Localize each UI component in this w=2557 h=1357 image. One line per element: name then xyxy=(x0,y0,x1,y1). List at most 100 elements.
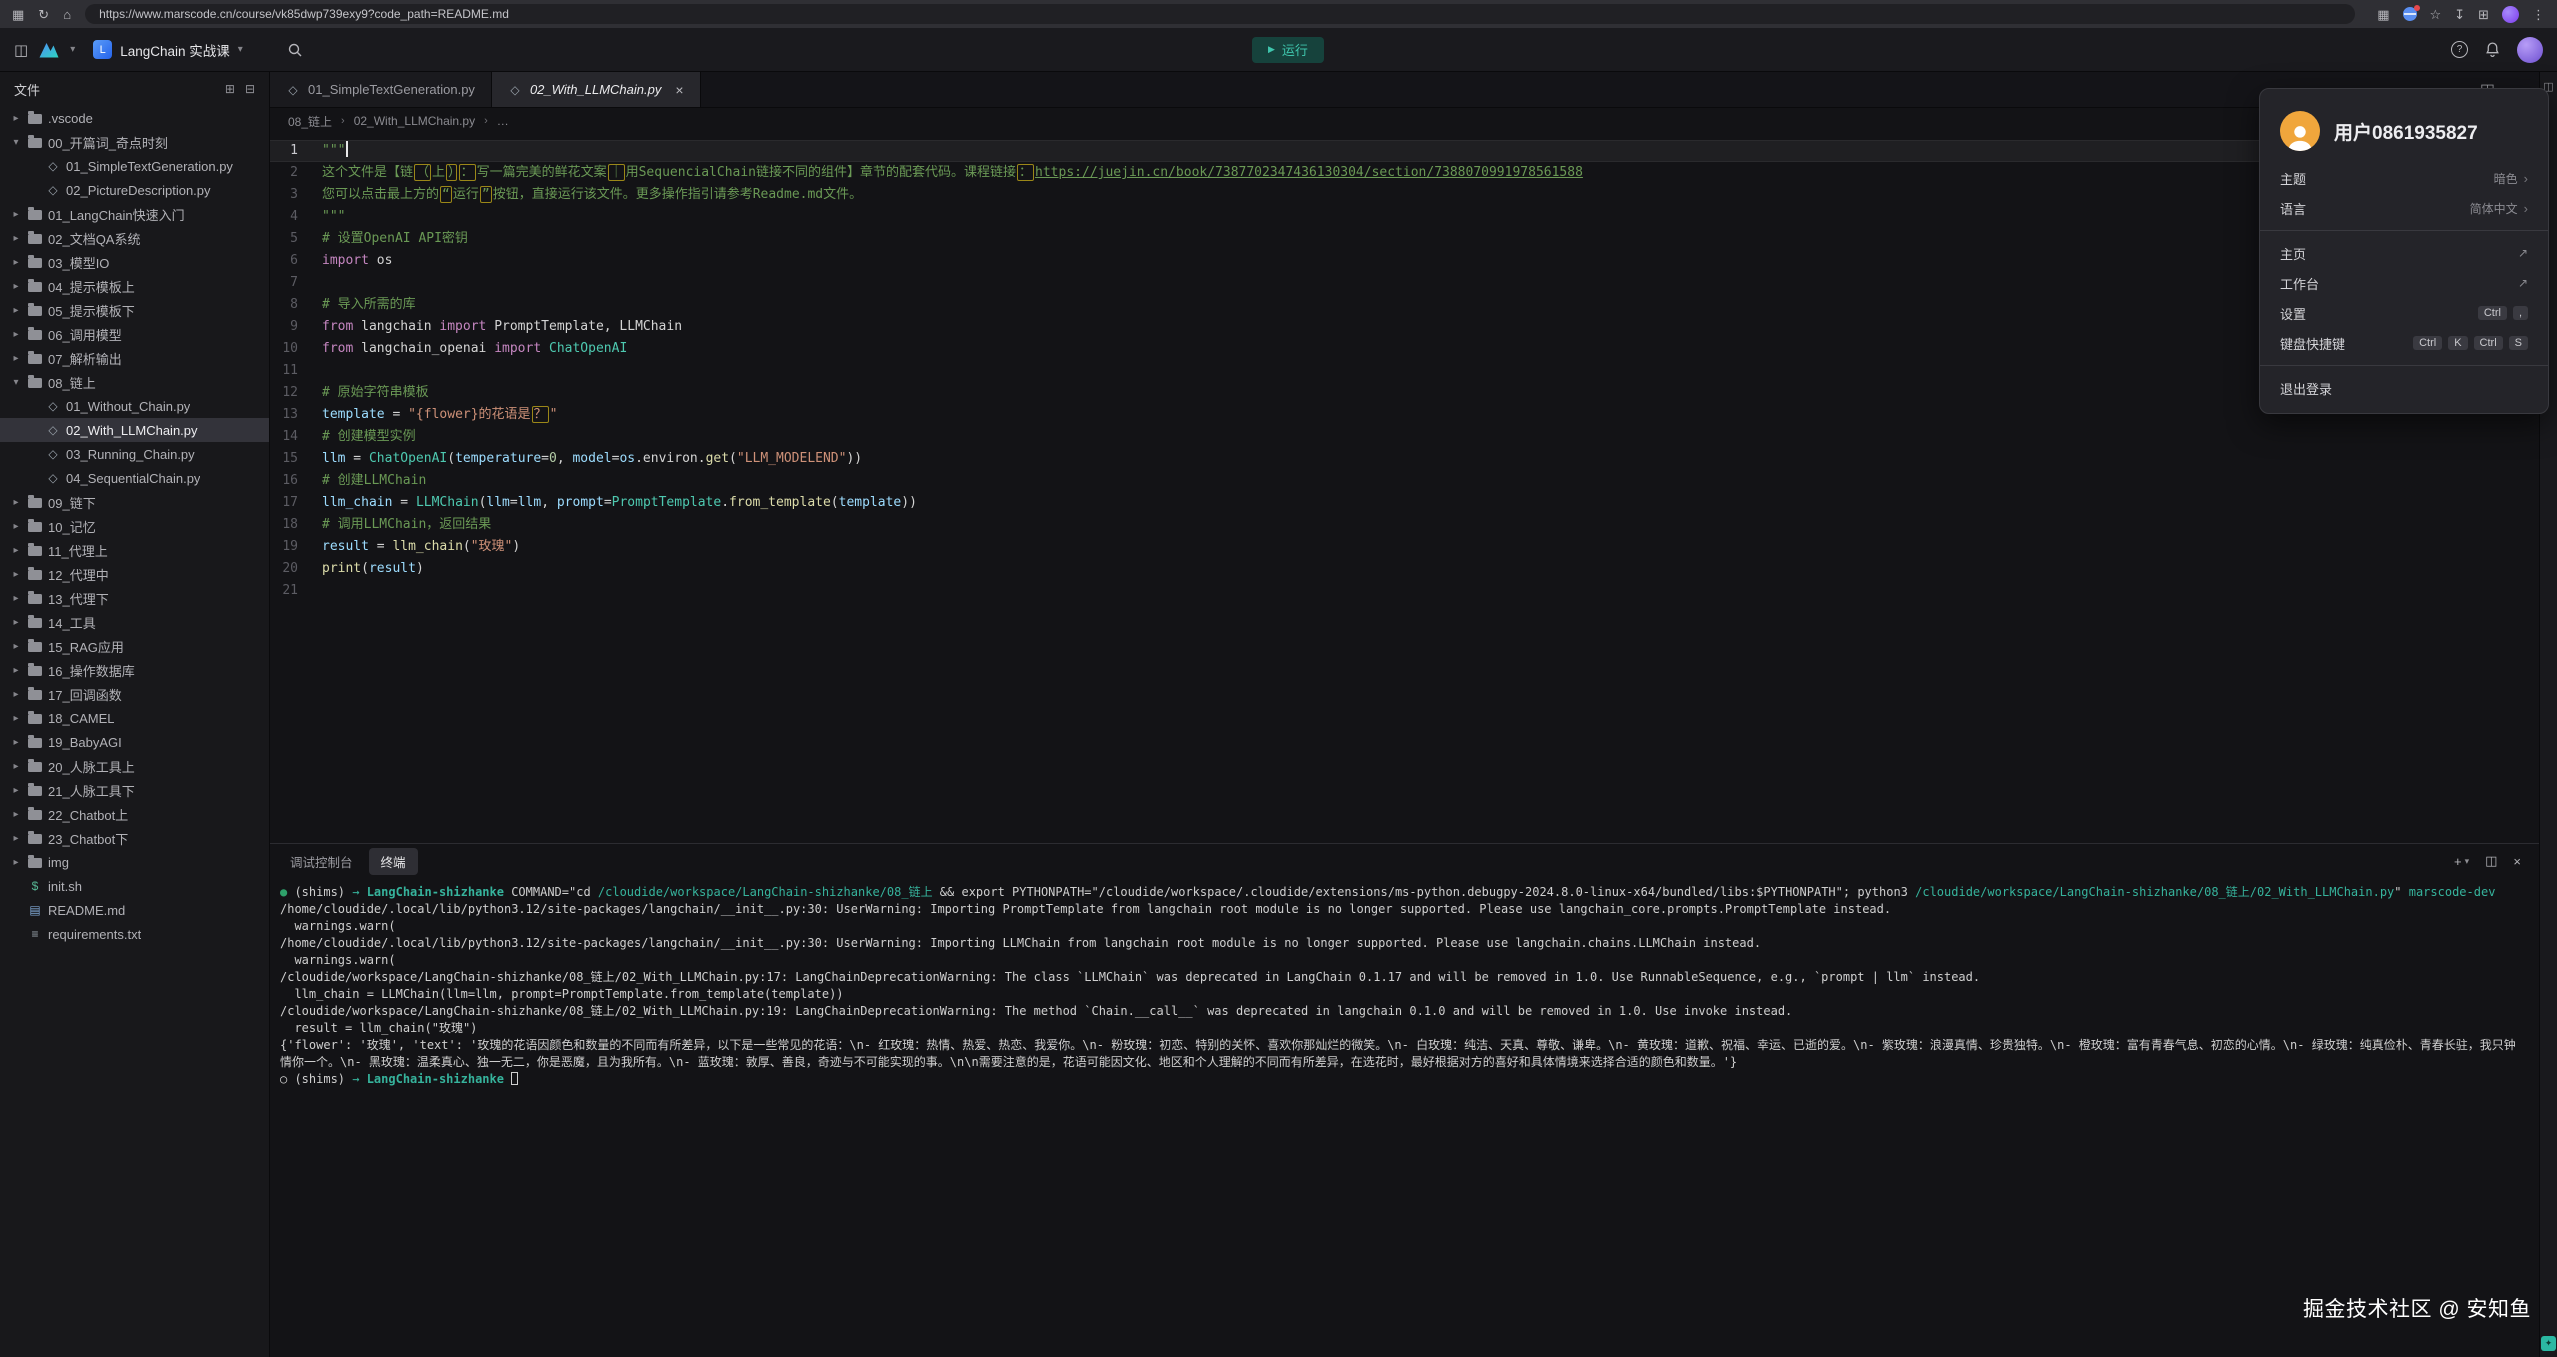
tree-item-folder[interactable]: ▸23_Chatbot下 xyxy=(0,826,269,850)
tree-item-folder[interactable]: ▸img xyxy=(0,850,269,874)
run-button[interactable]: ▶ 运行 xyxy=(1252,37,1324,63)
menu-item-logout[interactable]: 退出登录 xyxy=(2260,373,2548,403)
tree-item-folder[interactable]: ▸05_提示模板下 xyxy=(0,298,269,322)
tree-item-folder[interactable]: ▸15_RAG应用 xyxy=(0,634,269,658)
menu-item-shortcuts[interactable]: 键盘快捷键CtrlKCtrlS xyxy=(2260,328,2548,358)
extension-globe-icon[interactable] xyxy=(2403,7,2417,21)
code-text: template = "{flower}的花语是？" xyxy=(322,404,557,426)
new-file-icon[interactable]: ⊞ xyxy=(225,82,235,96)
tree-item-file[interactable]: ◇01_SimpleTextGeneration.py xyxy=(0,154,269,178)
line-number: 9 xyxy=(270,316,322,338)
tree-item-file[interactable]: ◇02_With_LLMChain.py xyxy=(0,418,269,442)
tree-item-folder[interactable]: ▸03_模型IO xyxy=(0,250,269,274)
tree-item-folder[interactable]: ▸01_LangChain快速入门 xyxy=(0,202,269,226)
breadcrumb-item[interactable]: 08_链上 xyxy=(288,113,332,130)
menu-item-theme[interactable]: 主题 暗色› xyxy=(2260,163,2548,193)
search-icon[interactable] xyxy=(287,42,303,58)
tree-item-file[interactable]: $init.sh xyxy=(0,874,269,898)
tree-item-file[interactable]: ▤README.md xyxy=(0,898,269,922)
py-file-icon: ◇ xyxy=(508,83,522,97)
tree-item-folder[interactable]: ▸18_CAMEL xyxy=(0,706,269,730)
tree-item-folder[interactable]: ▸17_回调函数 xyxy=(0,682,269,706)
tree-item-folder[interactable]: ▾00_开篇词_奇点时刻 xyxy=(0,130,269,154)
tree-item-folder[interactable]: ▾08_链上 xyxy=(0,370,269,394)
menu-item-workspace[interactable]: 工作台↗ xyxy=(2260,268,2548,298)
tree-item-folder[interactable]: ▸14_工具 xyxy=(0,610,269,634)
chevron-right-icon: ▸ xyxy=(10,689,22,700)
tree-item-file[interactable]: ◇03_Running_Chain.py xyxy=(0,442,269,466)
home-icon[interactable]: ⌂ xyxy=(63,8,71,21)
editor-tab[interactable]: ◇ 02_With_LLMChain.py × xyxy=(492,72,701,107)
tree-item-folder[interactable]: ▸.vscode xyxy=(0,106,269,130)
user-avatar[interactable] xyxy=(2517,37,2543,63)
collapse-all-icon[interactable]: ⊟ xyxy=(245,82,255,96)
layout-toggle-icon[interactable]: ◫ xyxy=(14,41,28,59)
tree-item-folder[interactable]: ▸20_人脉工具上 xyxy=(0,754,269,778)
folder-icon xyxy=(28,282,42,292)
apps-grid-icon[interactable]: ▦ xyxy=(2377,8,2389,21)
tree-item-label: 16_操作数据库 xyxy=(48,661,135,680)
browser-profile-avatar[interactable] xyxy=(2502,6,2519,23)
panel-tab-debug-console[interactable]: 调试控制台 xyxy=(288,848,355,875)
folder-icon xyxy=(28,738,42,748)
chevron-down-icon[interactable]: ▾ xyxy=(70,44,75,55)
tree-item-folder[interactable]: ▸06_调用模型 xyxy=(0,322,269,346)
folder-icon xyxy=(28,762,42,772)
menu-item-right: CtrlKCtrlS xyxy=(2413,336,2528,350)
tree-item-folder[interactable]: ▸09_链下 xyxy=(0,490,269,514)
menu-item-language[interactable]: 语言简体中文› xyxy=(2260,193,2548,223)
tree-item-file[interactable]: ◇01_Without_Chain.py xyxy=(0,394,269,418)
new-terminal-button[interactable]: + ▾ xyxy=(2454,854,2469,869)
close-panel-icon[interactable]: × xyxy=(2513,854,2521,869)
tree-item-folder[interactable]: ▸07_解析输出 xyxy=(0,346,269,370)
assistant-chat-icon[interactable]: ✦ xyxy=(2541,1336,2556,1351)
code-line: 15llm = ChatOpenAI(temperature=0, model=… xyxy=(270,448,2539,470)
tree-item-folder[interactable]: ▸04_提示模板上 xyxy=(0,274,269,298)
tree-item-folder[interactable]: ▸13_代理下 xyxy=(0,586,269,610)
tree-item-folder[interactable]: ▸10_记忆 xyxy=(0,514,269,538)
tree-item-file[interactable]: ◇04_SequentialChain.py xyxy=(0,466,269,490)
marscode-logo[interactable] xyxy=(38,41,60,59)
tree-item-file[interactable]: ◇02_PictureDescription.py xyxy=(0,178,269,202)
menu-item-home[interactable]: 主页↗ xyxy=(2260,238,2548,268)
tab-label: 02_With_LLMChain.py xyxy=(530,82,661,97)
tree-item-file[interactable]: ≡requirements.txt xyxy=(0,922,269,946)
folder-icon xyxy=(28,642,42,652)
folder-icon xyxy=(28,666,42,676)
chevron-right-icon: ▸ xyxy=(10,641,22,652)
close-icon[interactable]: × xyxy=(675,82,683,98)
url-bar[interactable]: https://www.marscode.cn/course/vk85dwp73… xyxy=(85,4,2355,24)
tree-item-folder[interactable]: ▸21_人脉工具下 xyxy=(0,778,269,802)
project-switcher[interactable]: L LangChain 实战课 ▾ xyxy=(93,40,243,60)
breadcrumb-item[interactable]: … xyxy=(497,114,509,128)
tree-item-folder[interactable]: ▸22_Chatbot上 xyxy=(0,802,269,826)
menu-item-label: 主题 xyxy=(2280,169,2306,188)
tree-item-folder[interactable]: ▸16_操作数据库 xyxy=(0,658,269,682)
download-icon[interactable]: ↧ xyxy=(2454,8,2465,21)
tree-item-folder[interactable]: ▸12_代理中 xyxy=(0,562,269,586)
menu-item-right: 暗色› xyxy=(2494,170,2528,187)
breadcrumb-item[interactable]: 02_With_LLMChain.py xyxy=(354,114,475,128)
menu-item-value: 简体中文 xyxy=(2470,200,2518,217)
tab-overview-icon[interactable]: ▦ xyxy=(12,8,24,21)
menu-item-settings[interactable]: 设置Ctrl, xyxy=(2260,298,2548,328)
browser-menu-icon[interactable]: ⋮ xyxy=(2532,8,2545,21)
file-explorer-title: 文件 xyxy=(14,80,40,99)
extensions-icon[interactable]: ⊞ xyxy=(2478,8,2489,21)
help-icon[interactable]: ? xyxy=(2451,41,2468,58)
bookmark-star-icon[interactable]: ☆ xyxy=(2430,8,2442,21)
file-explorer-header: 文件 ⊞ ⊟ xyxy=(0,72,269,106)
tree-item-label: 11_代理上 xyxy=(48,541,108,560)
tree-item-folder[interactable]: ▸19_BabyAGI xyxy=(0,730,269,754)
terminal-output[interactable]: ● (shims) → LangChain-shizhanke COMMAND=… xyxy=(270,878,2539,1357)
tree-item-label: 22_Chatbot上 xyxy=(48,805,128,824)
editor-tab[interactable]: ◇01_SimpleTextGeneration.py xyxy=(270,72,492,107)
refresh-icon[interactable]: ↻ xyxy=(38,8,49,21)
panel-tab-terminal[interactable]: 终端 xyxy=(369,848,418,875)
split-terminal-icon[interactable]: ◫ xyxy=(2485,853,2497,869)
bell-icon[interactable] xyxy=(2484,41,2501,58)
tree-item-folder[interactable]: ▸02_文档QA系统 xyxy=(0,226,269,250)
code-editor[interactable]: 1"""2这个文件是【链（上）：写一篇完美的鲜花文案｜用SequencialCh… xyxy=(270,134,2539,843)
chevron-down-icon: ▾ xyxy=(10,137,22,148)
tree-item-folder[interactable]: ▸11_代理上 xyxy=(0,538,269,562)
